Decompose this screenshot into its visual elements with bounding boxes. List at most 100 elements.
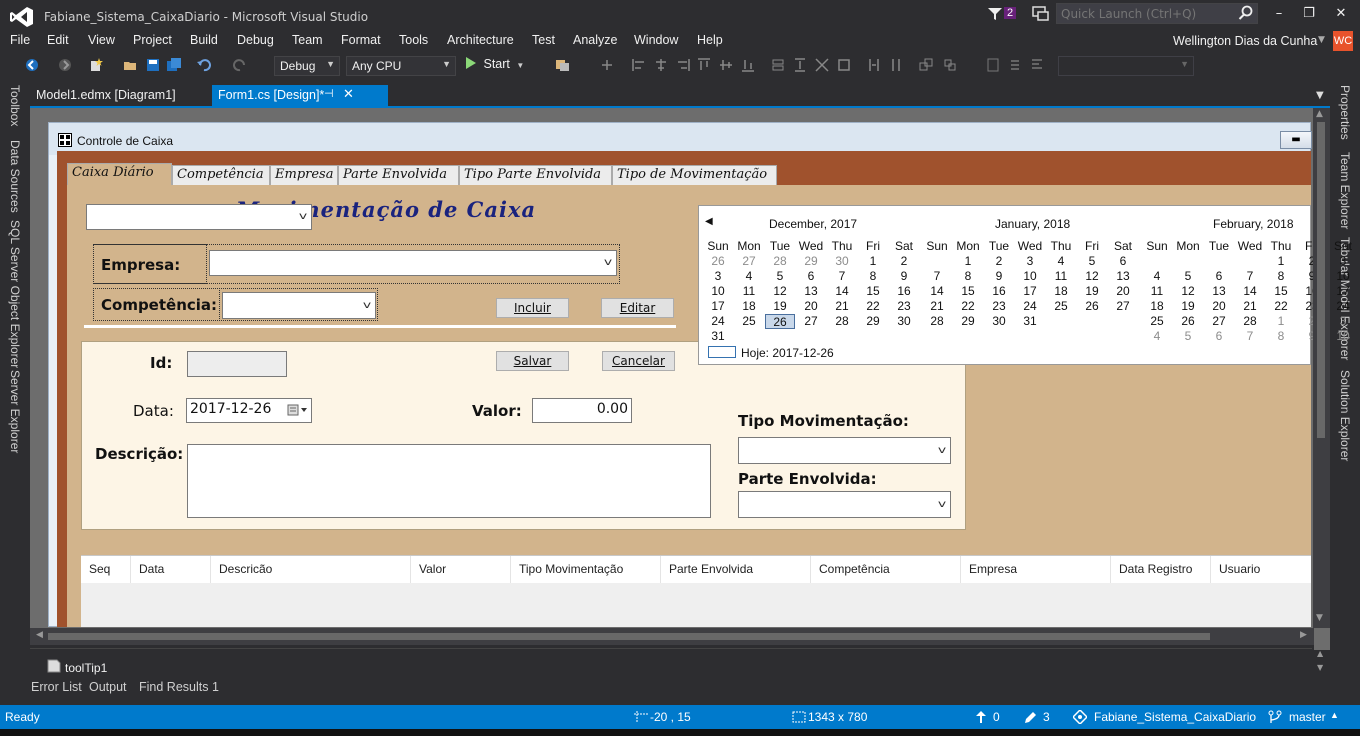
grid-col-valor[interactable]: Valor [411, 556, 511, 583]
previous-month-icon[interactable]: ◀ [705, 216, 713, 227]
form-minimize-button[interactable]: ▬ [1280, 131, 1312, 149]
error-list-tab[interactable]: Error List [31, 680, 82, 694]
vertical-spacing-icon[interactable] [889, 58, 903, 72]
calendar-day-cell[interactable]: 5 [765, 269, 795, 283]
calendar-day-cell[interactable]: 6 [1204, 329, 1234, 343]
calendar-day-cell[interactable]: 26 [1173, 314, 1203, 328]
grid-col-empresa[interactable]: Empresa [961, 556, 1111, 583]
calendar-day-cell[interactable]: 7 [922, 269, 952, 283]
calendar-day-cell[interactable]: 13 [796, 284, 826, 298]
calendar-day-cell[interactable]: 7 [827, 269, 857, 283]
grid-col-competencia[interactable]: Competência [811, 556, 961, 583]
grid-col-tipo-movimentacao[interactable]: Tipo Movimentação [511, 556, 661, 583]
today-label[interactable]: Hoje: 2017-12-26 [741, 346, 834, 360]
tipo-movimentacao-combo[interactable]: v [738, 437, 951, 464]
tab-empresa[interactable]: Empresa [270, 165, 338, 185]
calendar-day-cell[interactable]: 26 [1077, 299, 1107, 313]
make-same-height-icon[interactable] [793, 58, 807, 72]
calendar-day-cell[interactable]: 25 [1046, 299, 1076, 313]
status-unpublished-commits[interactable]: 0 [993, 710, 1000, 724]
calendar-day-cell[interactable]: 19 [1077, 284, 1107, 298]
calendar-day-cell[interactable]: 7 [1235, 269, 1265, 283]
format-document-icon[interactable] [1030, 58, 1044, 72]
calendar-day-cell[interactable]: 28 [765, 254, 795, 268]
calendar-day-cell[interactable]: 15 [953, 284, 983, 298]
output-tab[interactable]: Output [89, 680, 127, 694]
calendar-day-cell[interactable]: 2 [889, 254, 919, 268]
close-icon[interactable]: ✕ [343, 86, 354, 102]
calendar-day-cell[interactable]: 6 [796, 269, 826, 283]
feedback-icon[interactable] [1032, 6, 1050, 22]
maximize-button[interactable]: ❐ [1294, 4, 1324, 24]
find-results-tab[interactable]: Find Results 1 [139, 680, 219, 694]
sql-server-object-explorer-tab[interactable]: SQL Server Object Explorer [8, 220, 22, 368]
calendar-day-cell[interactable]: 11 [1046, 269, 1076, 283]
server-explorer-tab[interactable]: Server Explorer [8, 370, 22, 453]
calendar-day-cell[interactable]: 23 [984, 299, 1014, 313]
calendar-day-cell[interactable]: 3 [1328, 254, 1358, 268]
save-icon[interactable] [146, 58, 160, 72]
valor-field[interactable]: 0.00 [532, 398, 632, 423]
descricao-textarea[interactable] [187, 444, 711, 518]
grid-col-data[interactable]: Data [131, 556, 211, 583]
calendar-day-cell[interactable]: 10 [1328, 329, 1358, 343]
menu-file[interactable]: File [10, 33, 30, 55]
new-project-icon[interactable] [89, 58, 103, 72]
menu-debug[interactable]: Debug [237, 33, 274, 55]
team-explorer-tab[interactable]: Team Explorer [1338, 152, 1352, 229]
grid-col-parte-envolvida[interactable]: Parte Envolvida [661, 556, 811, 583]
calendar-day-cell[interactable]: 15 [1266, 284, 1296, 298]
horizontal-scroll-thumb[interactable] [48, 633, 1210, 640]
scroll-left-icon[interactable]: ◀ [36, 630, 43, 640]
menu-test[interactable]: Test [532, 33, 555, 55]
toolbox-tab[interactable]: Toolbox [8, 85, 22, 126]
calendar-day-cell[interactable]: 29 [796, 254, 826, 268]
calendar-day-cell[interactable]: 20 [796, 299, 826, 313]
status-pending-changes[interactable]: 3 [1043, 710, 1050, 724]
calendar-day-cell[interactable]: 14 [827, 284, 857, 298]
calendar-day-cell[interactable]: 14 [1235, 284, 1265, 298]
align-grid-icon[interactable] [600, 58, 614, 72]
menu-build[interactable]: Build [190, 33, 218, 55]
calendar-day-cell[interactable]: 12 [1077, 269, 1107, 283]
empresa-combo[interactable]: v [209, 250, 617, 276]
calendar-day-cell[interactable]: 1 [953, 254, 983, 268]
calendar-day-cell[interactable]: 10 [703, 284, 733, 298]
horizontal-spacing-icon[interactable] [867, 58, 881, 72]
competencia-combo[interactable]: v [222, 292, 376, 319]
tab-order-icon[interactable] [986, 58, 1000, 72]
editar-button[interactable]: Editar [601, 298, 674, 318]
calendar-day-cell[interactable]: 21 [922, 299, 952, 313]
find-in-files-icon[interactable] [556, 58, 570, 72]
calendar-day-cell[interactable]: 22 [858, 299, 888, 313]
avatar[interactable]: WC [1333, 31, 1353, 51]
calendar-day-cell[interactable]: 21 [1235, 299, 1265, 313]
calendar-day-cell[interactable]: 10 [1015, 269, 1045, 283]
calendar-day-cell[interactable]: 6 [1108, 254, 1138, 268]
make-same-size-icon[interactable] [837, 58, 851, 72]
calendar-day-cell[interactable]: 24 [1015, 299, 1045, 313]
calendar-dropdown-icon[interactable] [287, 404, 309, 416]
calendar-day-cell[interactable]: 4 [1142, 329, 1172, 343]
menu-architecture[interactable]: Architecture [447, 33, 514, 55]
calendar-day-cell[interactable]: 19 [1173, 299, 1203, 313]
calendar-day-cell[interactable]: 3 [703, 269, 733, 283]
menu-edit[interactable]: Edit [47, 33, 69, 55]
incluir-button[interactable]: Incluir [496, 298, 569, 318]
calendar-day-cell[interactable]: 3 [1015, 254, 1045, 268]
calendar-day-cell[interactable]: 4 [734, 269, 764, 283]
calendar-day-cell[interactable]: 27 [734, 254, 764, 268]
tab-model1-edmx[interactable]: Model1.edmx [Diagram1] [30, 85, 212, 106]
quick-launch-input[interactable] [1056, 3, 1258, 24]
calendar-day-cell[interactable]: 31 [1015, 314, 1045, 328]
calendar-day-cell[interactable]: 14 [922, 284, 952, 298]
movements-grid[interactable]: Seq Data Descricão Valor Tipo Movimentaç… [81, 555, 1311, 627]
open-folder-icon[interactable] [123, 58, 137, 72]
menu-format[interactable]: Format [341, 33, 381, 55]
calendar-day-cell[interactable]: 1 [858, 254, 888, 268]
bring-to-front-icon[interactable] [919, 58, 933, 72]
top-combo[interactable]: v [86, 204, 312, 230]
notifications-button[interactable]: 2 [988, 6, 1020, 24]
id-field[interactable] [187, 351, 287, 377]
calendar-day-cell[interactable]: 13 [1204, 284, 1234, 298]
